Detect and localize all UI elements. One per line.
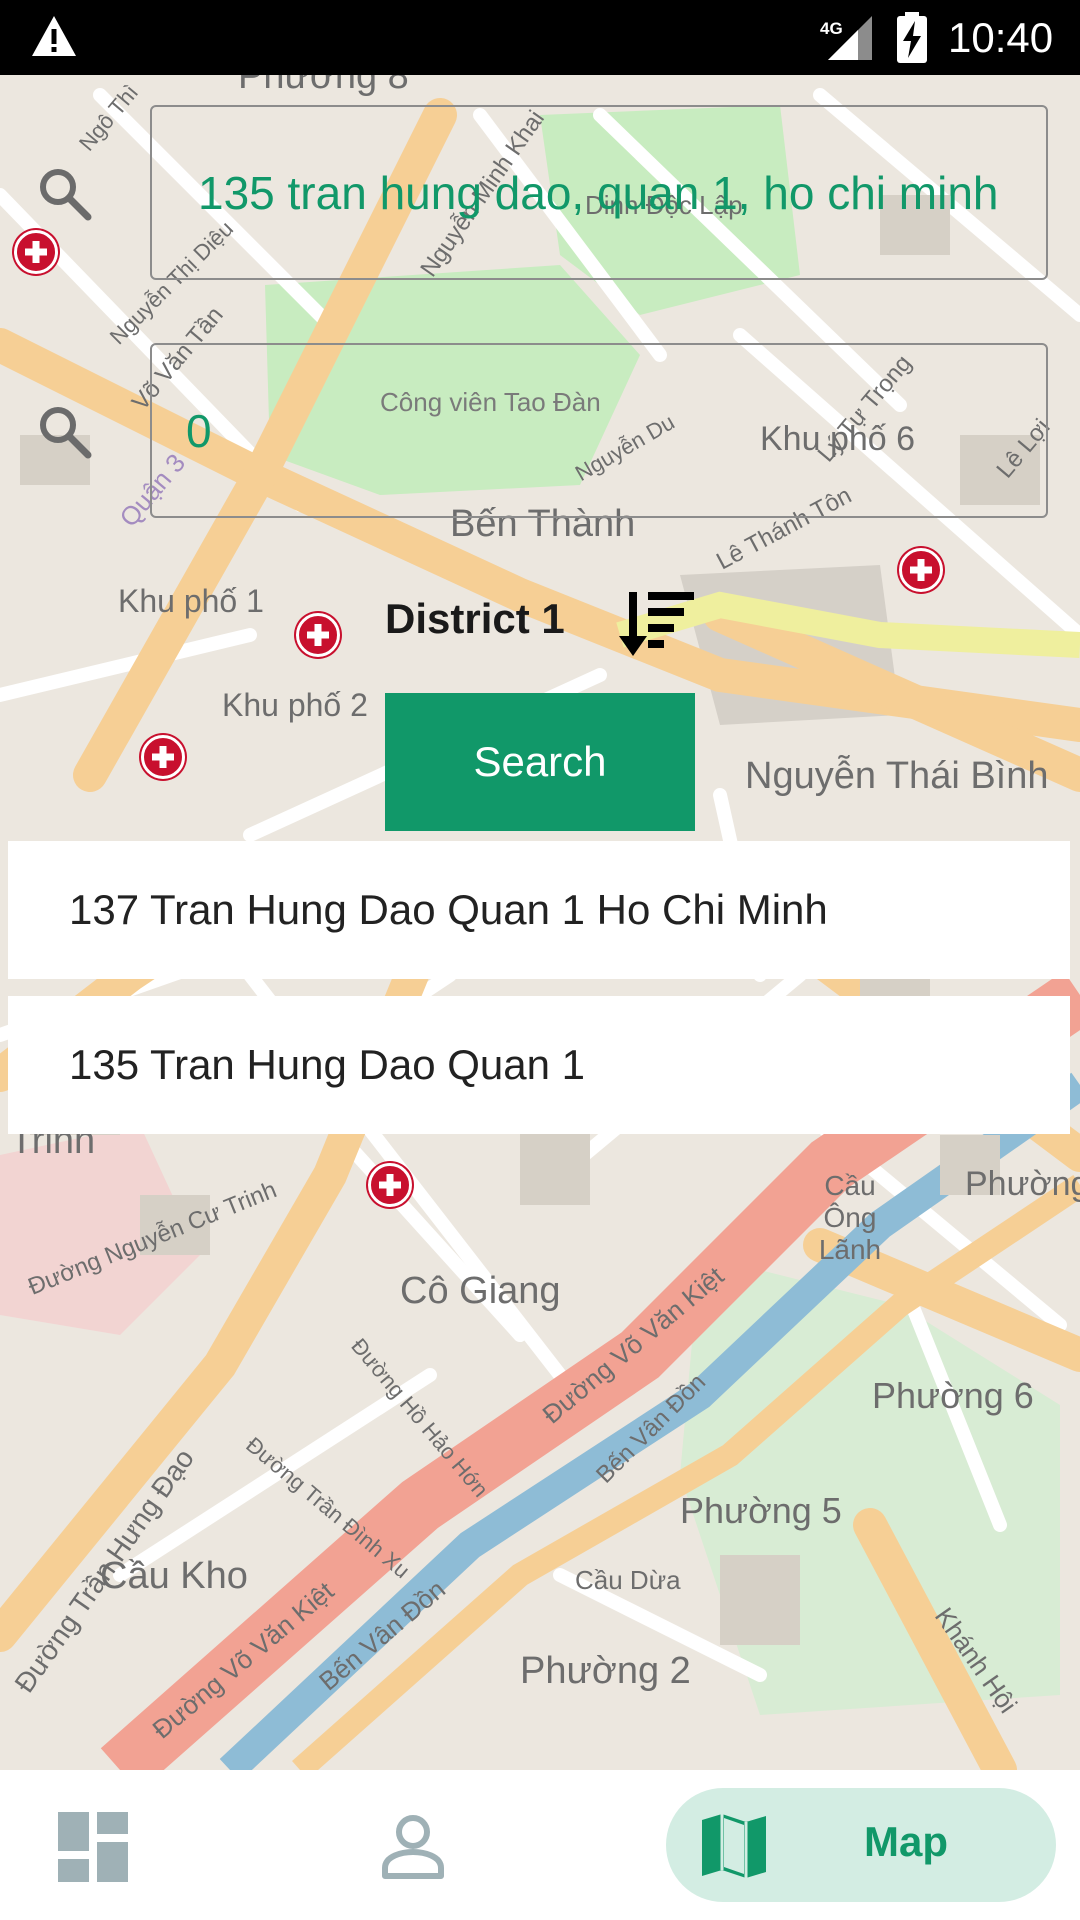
district-selector[interactable]: District 1 — [385, 595, 565, 643]
map-label: Phường 5 — [680, 1490, 842, 1531]
network-type-label: 4G — [820, 19, 843, 38]
hospital-marker[interactable] — [14, 230, 58, 274]
map-label: Khu phố 1 — [118, 583, 264, 619]
map-label: Khu phố 2 — [222, 687, 368, 723]
map-label: Phường — [965, 1165, 1080, 1203]
clock: 10:40 — [948, 14, 1054, 61]
address-search-value: 135 tran hung dao, quan 1, ho chi minh — [198, 166, 999, 219]
sort-icon[interactable] — [618, 588, 698, 660]
map-label: Phường 2 — [520, 1650, 691, 1692]
nav-map-label: Map — [864, 1818, 948, 1865]
nav-map-tab[interactable]: Map — [666, 1788, 1056, 1902]
hospital-marker[interactable] — [899, 548, 943, 592]
map-label: Cầu Ông Lãnh — [818, 1170, 882, 1265]
screen: 4G 10:40 Phường 8 Ngô Thì Nguyễn Thị Diệ… — [0, 0, 1080, 1920]
map-label: Cầu Kho — [100, 1555, 248, 1597]
profile-icon[interactable] — [380, 1814, 446, 1880]
map-label: Nguyễn Thái Bình — [745, 755, 1049, 797]
map-label: Phường 6 — [872, 1375, 1034, 1416]
number-search-value: 0 — [186, 404, 212, 457]
dashboard-icon[interactable] — [58, 1812, 128, 1882]
cellular-signal-icon: 4G — [820, 16, 872, 60]
result-item[interactable]: 135 Tran Hung Dao Quan 1 — [8, 996, 1070, 1134]
map-label: Cô Giang — [400, 1270, 561, 1312]
battery-charging-icon — [897, 12, 927, 63]
status-bar: 4G 10:40 — [0, 0, 1080, 75]
address-search-field[interactable]: 135 tran hung dao, quan 1, ho chi minh — [150, 105, 1048, 280]
bottom-navigation: Map — [0, 1770, 1080, 1920]
hospital-marker[interactable] — [296, 613, 340, 657]
number-search-field[interactable]: 0 — [150, 343, 1048, 518]
map-label: Cầu Dừa — [575, 1565, 681, 1595]
map-icon — [702, 1814, 766, 1878]
hospital-marker[interactable] — [141, 735, 185, 779]
result-item[interactable]: 137 Tran Hung Dao Quan 1 Ho Chi Minh — [8, 841, 1070, 979]
search-icon — [40, 169, 92, 221]
hospital-marker[interactable] — [368, 1163, 412, 1207]
search-icon — [40, 407, 92, 459]
search-button[interactable]: Search — [385, 693, 695, 831]
warning-icon — [32, 16, 76, 56]
